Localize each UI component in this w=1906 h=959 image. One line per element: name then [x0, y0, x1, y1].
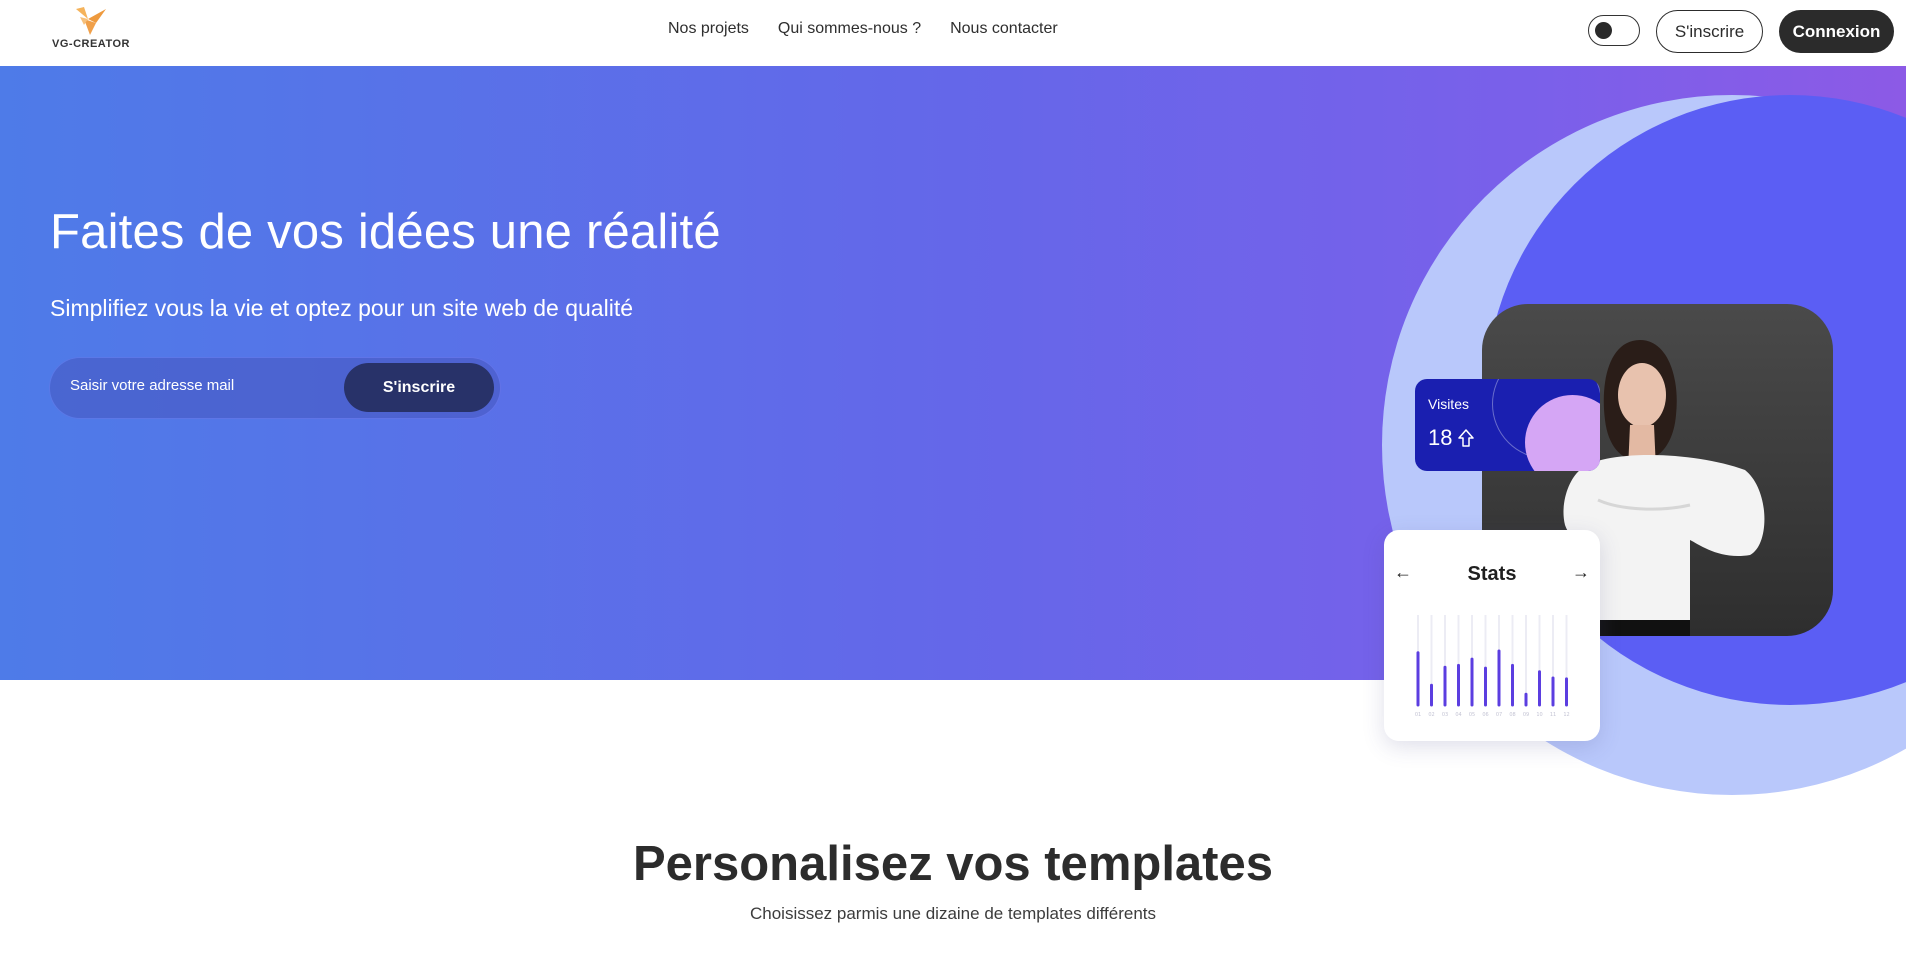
- login-button[interactable]: Connexion: [1779, 10, 1894, 53]
- arrow-up-icon: [1458, 429, 1475, 447]
- nav-link-about[interactable]: Qui sommes-nous ?: [778, 20, 921, 38]
- arrow-right-icon[interactable]: →: [1572, 562, 1590, 583]
- hero-section: Faites de vos idées une réalité Simplifi…: [0, 66, 1906, 680]
- visits-value: 18: [1428, 425, 1453, 450]
- chart-tick-label: 10: [1536, 712, 1542, 718]
- theme-toggle[interactable]: [1588, 15, 1640, 46]
- stats-bar-chart: 01 02 03 04 05 06 07 08 09 10 11 12: [1415, 615, 1570, 718]
- chart-tick-label: 07: [1496, 712, 1502, 718]
- stats-title: Stats: [1467, 563, 1517, 585]
- toggle-knob: [1595, 22, 1612, 39]
- chart-tick-label: 04: [1455, 712, 1461, 718]
- chart-tick-label: 01: [1415, 712, 1421, 718]
- email-signup-form: S'inscrire: [50, 358, 500, 418]
- visits-value-row: 18: [1428, 425, 1475, 451]
- signup-button[interactable]: S'inscrire: [1656, 10, 1763, 53]
- chart-tick-label: 02: [1428, 712, 1434, 718]
- chart-tick-label: 06: [1482, 712, 1488, 718]
- chart-tick-label: 09: [1523, 712, 1529, 718]
- section-title: Personalisez vos templates: [632, 837, 1273, 891]
- hero-subtitle: Simplifiez vous la vie et optez pour un …: [50, 295, 633, 321]
- site-header: VG-CREATOR Nos projets Qui sommes-nous ?…: [0, 0, 1906, 66]
- nav-link-projects[interactable]: Nos projets: [668, 20, 749, 38]
- section-subtitle: Choisissez parmis une dizaine de templat…: [749, 904, 1156, 923]
- stats-card: ← Stats → 01 02 03 04 05 06 07 08 09 10 11 12: [1384, 530, 1600, 741]
- chart-tick-label: 08: [1509, 712, 1515, 718]
- logo-text: VG-CREATOR: [52, 38, 130, 50]
- main-nav: Nos projets Qui sommes-nous ? Nous conta…: [668, 20, 1058, 38]
- visits-label: Visites: [1428, 396, 1469, 412]
- logo[interactable]: VG-CREATOR: [49, 5, 133, 53]
- chart-tick-label: 11: [1550, 712, 1556, 718]
- hero-signup-button[interactable]: S'inscrire: [344, 363, 494, 412]
- bird-logo-icon: [76, 7, 106, 35]
- chart-tick-label: 03: [1442, 712, 1448, 718]
- visits-card: Visites 18: [1415, 379, 1600, 471]
- email-input[interactable]: [70, 377, 320, 394]
- chart-tick-label: 05: [1469, 712, 1475, 718]
- nav-link-contact[interactable]: Nous contacter: [950, 20, 1058, 38]
- hero-title: Faites de vos idées une réalité: [50, 205, 721, 259]
- chart-tick-label: 12: [1563, 712, 1569, 718]
